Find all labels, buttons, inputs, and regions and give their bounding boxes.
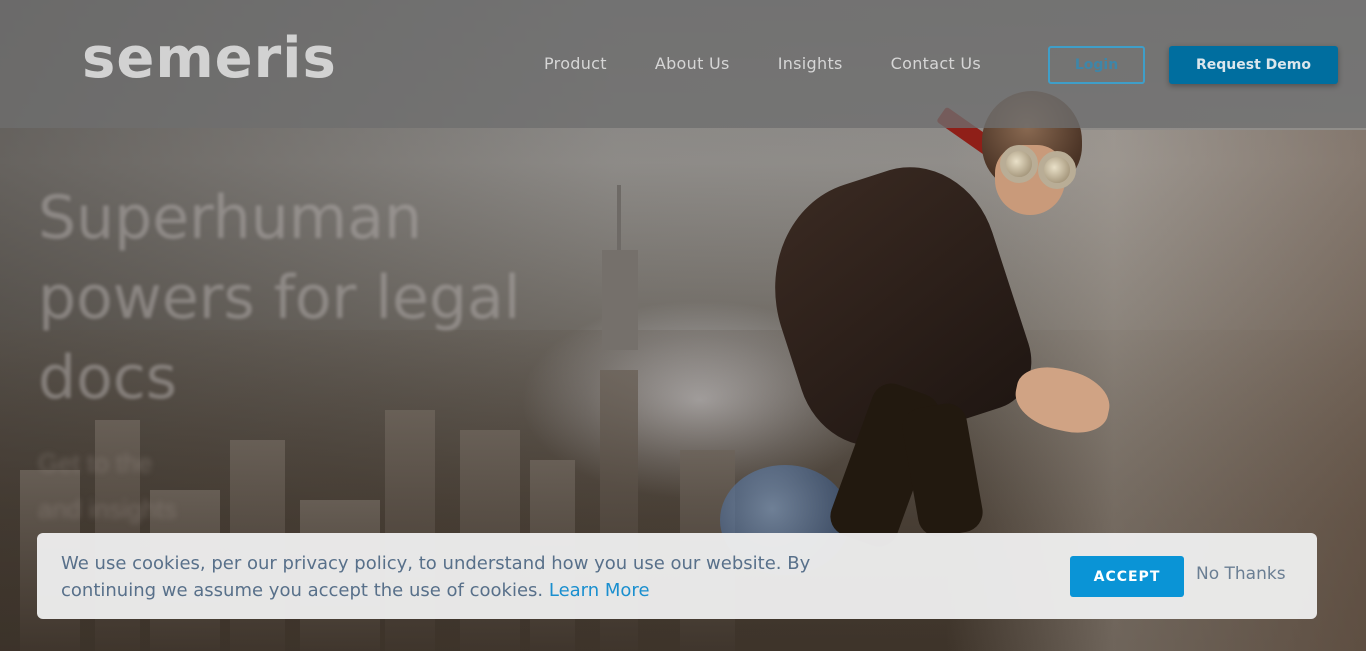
main-nav: Product About Us Insights Contact Us — [544, 54, 981, 73]
cookie-banner: We use cookies, per our privacy policy, … — [37, 533, 1317, 619]
learn-more-link[interactable]: Learn More — [549, 580, 650, 601]
hero-subtitle: Get to the and insights — [38, 448, 177, 524]
empire-state-spire — [617, 185, 621, 255]
nav-product[interactable]: Product — [544, 54, 607, 73]
rocket-rider-figure — [720, 85, 1120, 605]
accept-cookies-button[interactable]: ACCEPT — [1070, 556, 1184, 597]
empire-state-building — [602, 250, 638, 350]
nav-insights[interactable]: Insights — [778, 54, 843, 73]
request-demo-button[interactable]: Request Demo — [1169, 46, 1338, 84]
login-button[interactable]: Login — [1048, 46, 1145, 84]
cookie-message: We use cookies, per our privacy policy, … — [61, 550, 821, 604]
site-header: semeris Product About Us Insights Contac… — [0, 0, 1366, 128]
cookie-message-text: We use cookies, per our privacy policy, … — [61, 553, 811, 601]
nav-about-us[interactable]: About Us — [655, 54, 730, 73]
semeris-logo[interactable]: semeris — [82, 26, 337, 91]
hero-text: Superhuman powers for legal docs Get to … — [38, 178, 598, 532]
no-thanks-button[interactable]: No Thanks — [1196, 564, 1286, 584]
nav-contact-us[interactable]: Contact Us — [891, 54, 981, 73]
hero-title: Superhuman powers for legal docs — [38, 183, 521, 413]
